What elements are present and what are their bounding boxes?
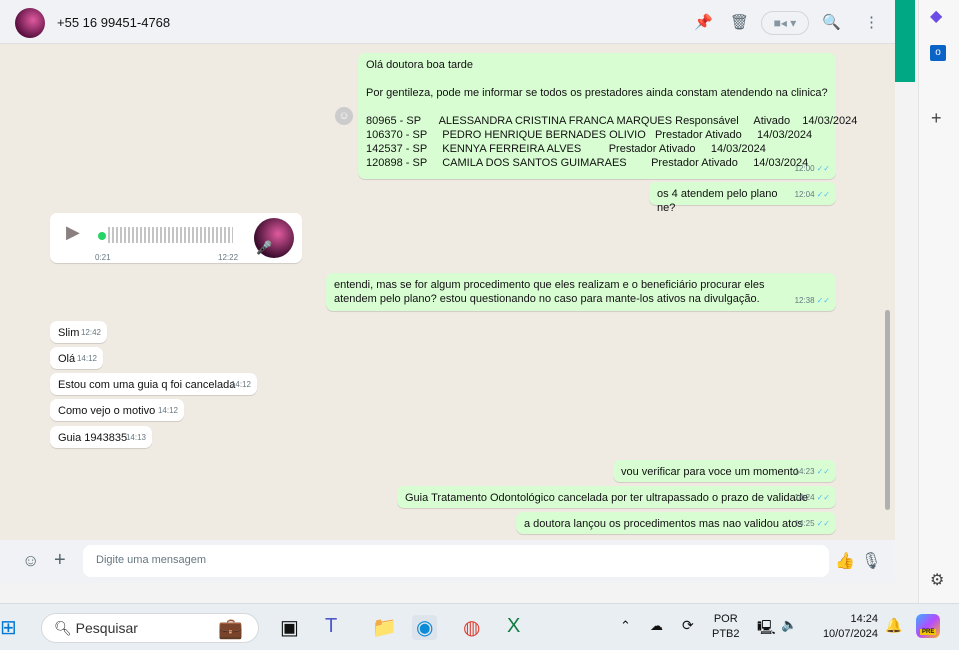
contact-name[interactable]: +55 16 99451-4768 xyxy=(57,15,170,30)
message-time: 14:12 xyxy=(157,406,178,415)
mic-icon: 🎤 xyxy=(256,240,273,255)
message-text: a doutora lançou os procedimentos mas na… xyxy=(524,518,803,530)
add-icon[interactable]: + xyxy=(931,108,942,129)
trash-icon[interactable]: 🗑 xyxy=(730,13,749,31)
message-bubble[interactable]: os 4 atendem pelo plano ne? 12:04 ✓✓ xyxy=(649,182,836,214)
message-input[interactable]: Digite uma mensagem xyxy=(83,545,829,577)
audio-message[interactable]: ▶ 0:21 12:22 🎤 xyxy=(50,213,302,263)
chrome-icon[interactable]: ◍ xyxy=(463,615,480,640)
emoji-react-icon[interactable]: ☺ xyxy=(335,107,353,125)
message-time: 14:12 xyxy=(230,380,251,389)
audio-duration: 0:21 xyxy=(95,253,111,262)
message-text: Olá xyxy=(58,353,76,365)
message-text: Estou com uma guia q foi cancelada xyxy=(58,379,236,391)
message-time: 12:38 xyxy=(794,296,815,305)
onedrive-icon[interactable]: ☁ xyxy=(650,618,663,634)
message-text: Guia Tratamento Odontológico cancelada p… xyxy=(405,492,808,504)
video-call-button[interactable]: ■◂ ▾ xyxy=(761,11,809,35)
message-bubble[interactable]: Estou com uma guia q foi cancelada 14:12 xyxy=(50,373,257,395)
copilot-taskbar-icon[interactable]: PRE xyxy=(916,614,940,638)
chat-scrollbar[interactable] xyxy=(885,310,890,510)
outlook-icon[interactable]: o xyxy=(930,45,946,61)
message-time: 12:00 xyxy=(794,164,815,173)
briefcase-icon: 💼 xyxy=(218,618,243,640)
audio-progress-handle[interactable] xyxy=(98,232,106,240)
search-icon[interactable]: 🔍 xyxy=(822,13,841,31)
message-time: 14:12 xyxy=(76,354,97,363)
message-text: Slim xyxy=(58,327,80,339)
task-view-icon[interactable]: ▣ xyxy=(280,615,299,640)
thumbs-up-icon[interactable]: 👍 xyxy=(835,551,855,571)
message-bubble[interactable]: a doutora lançou os procedimentos mas na… xyxy=(516,512,836,534)
file-explorer-icon[interactable]: 📁 xyxy=(372,615,397,640)
language-indicator[interactable]: POR PTB2 xyxy=(712,612,740,642)
message-time: 12:04 xyxy=(794,190,815,199)
notification-bell-icon[interactable]: 🔔 xyxy=(885,617,902,634)
microphone-icon[interactable]: 🎙 xyxy=(861,551,881,571)
edge-sidebar: ◆ o + ⚙ xyxy=(918,0,959,603)
message-time: 14:13 xyxy=(125,433,146,442)
edge-icon[interactable]: ◉ xyxy=(412,615,438,640)
message-text: vou verificar para voce um momento xyxy=(621,466,799,478)
double-check-icon: ✓✓ xyxy=(816,519,830,528)
pre-badge: PRE xyxy=(920,629,937,635)
double-check-icon: ✓✓ xyxy=(816,467,830,476)
message-bubble[interactable]: vou verificar para voce um momento 14:23 ✓… xyxy=(613,460,836,482)
double-check-icon: ✓✓ xyxy=(816,190,830,199)
message-bubble[interactable]: Slim 12:42 xyxy=(50,321,107,343)
video-call-icon: ■◂ ▾ xyxy=(773,16,797,30)
window-margin xyxy=(895,82,918,603)
contact-avatar[interactable] xyxy=(15,8,45,38)
excel-icon[interactable]: X xyxy=(507,615,520,638)
message-text: Como vejo o motivo xyxy=(58,405,156,417)
plus-icon[interactable]: + xyxy=(54,549,66,572)
message-bubble[interactable]: Olá 14:12 xyxy=(50,347,103,369)
chat-header: +55 16 99451-4768 📌 🗑 ■◂ ▾ 🔍 ⋮ xyxy=(0,0,895,44)
chat-area: ☺ Olá doutora boa tarde Por gentileza, p… xyxy=(0,44,895,540)
play-icon[interactable]: ▶ xyxy=(66,223,80,241)
double-check-icon: ✓✓ xyxy=(816,296,830,305)
message-time: 12:42 xyxy=(80,328,101,337)
windows-start-icon[interactable]: ⊞ xyxy=(0,615,17,640)
message-text: entendi, mas se for algum procedimento q… xyxy=(334,279,765,305)
network-icon[interactable]: 🖳 xyxy=(757,617,776,641)
message-bubble[interactable]: Olá doutora boa tarde Por gentileza, pod… xyxy=(358,53,857,179)
clock[interactable]: 14:24 10/07/2024 xyxy=(812,612,878,642)
waveform[interactable] xyxy=(108,227,233,243)
whatsapp-window: +55 16 99451-4768 📌 🗑 ■◂ ▾ 🔍 ⋮ ☺ Olá dou… xyxy=(0,0,895,583)
settings-icon[interactable]: ⚙ xyxy=(930,570,944,590)
taskbar: ⊞ 🔍︎ Pesquisar 💼 ▣ T 📁 ◉ ◍ X ⌃ ☁ ⟳ POR PT… xyxy=(0,603,959,650)
window-accent-strip xyxy=(895,0,915,82)
chevron-up-icon[interactable]: ⌃ xyxy=(620,618,631,634)
search-icon: 🔍︎ xyxy=(54,620,76,636)
message-bubble[interactable]: Como vejo o motivo 14:12 xyxy=(50,399,184,421)
message-bubble[interactable]: Guia 1943835 14:13 xyxy=(50,426,152,448)
language: POR xyxy=(713,613,738,625)
volume-icon[interactable]: 🔈 xyxy=(781,617,797,633)
copilot-icon[interactable]: ◆ xyxy=(930,6,942,26)
teams-icon[interactable]: T xyxy=(325,615,337,638)
keyboard-layout: PTB2 xyxy=(712,628,740,640)
message-time: 14:25 xyxy=(794,519,815,528)
message-bubble[interactable]: entendi, mas se for algum procedimento q… xyxy=(326,273,836,311)
message-text: Guia 1943835 xyxy=(58,432,128,444)
pin-icon[interactable]: 📌 xyxy=(694,13,713,31)
date: 10/07/2024 xyxy=(822,628,878,640)
search-label: Pesquisar xyxy=(75,620,138,636)
menu-icon[interactable]: ⋮ xyxy=(864,13,879,31)
message-text: os 4 atendem pelo plano ne? xyxy=(657,188,778,214)
double-check-icon: ✓✓ xyxy=(816,493,830,502)
message-time: 12:22 xyxy=(218,253,239,262)
message-text: Olá doutora boa tarde Por gentileza, pod… xyxy=(366,59,858,169)
emoji-icon[interactable]: ☺ xyxy=(22,551,39,571)
message-bubble[interactable]: Guia Tratamento Odontológico cancelada p… xyxy=(397,486,836,508)
sync-icon[interactable]: ⟳ xyxy=(682,617,694,634)
message-time: 14:24 xyxy=(794,493,815,502)
time: 14:24 xyxy=(850,613,878,625)
composer-bar: ☺ + Digite uma mensagem 👍 🎙 xyxy=(0,540,895,583)
message-time: 14:23 xyxy=(794,467,815,476)
double-check-icon: ✓✓ xyxy=(816,164,830,173)
